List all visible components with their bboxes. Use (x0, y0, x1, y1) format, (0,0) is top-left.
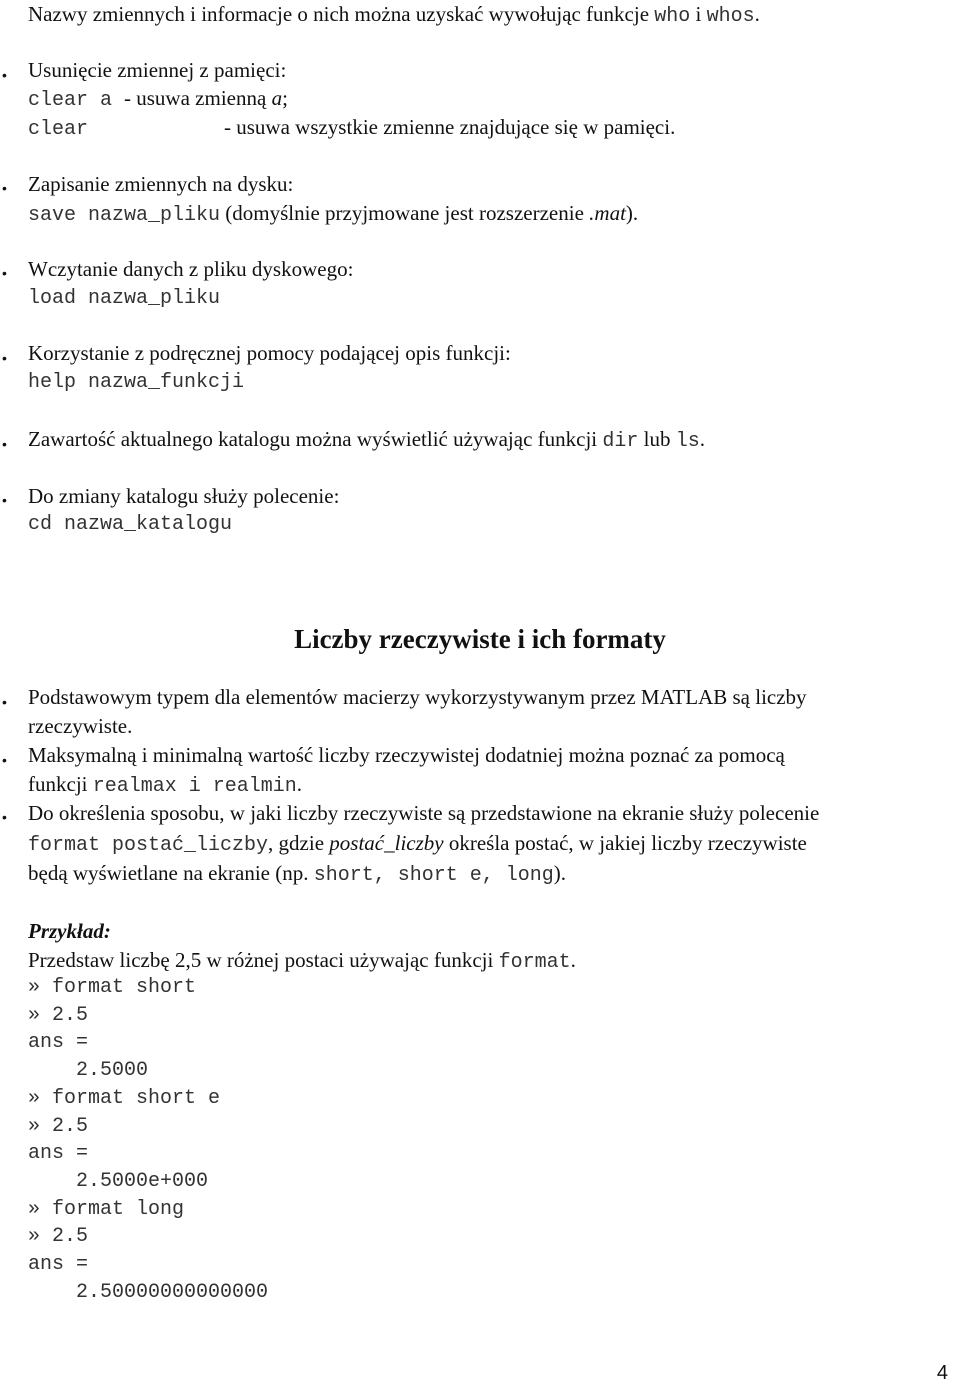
save-end: ). (625, 201, 639, 225)
example-intro-end: . (570, 948, 576, 972)
code-format-postac: format postać_liczby (28, 834, 269, 857)
console-line: » 2.5 (28, 1225, 89, 1249)
code-ls: ls (675, 430, 700, 453)
intro-end: . (754, 2, 760, 26)
code-clear: clear (28, 118, 89, 141)
section-bullet-3-line2: format postać_liczby, gdzie postać_liczb… (28, 831, 807, 857)
bullet-load-heading: Wczytanie danych z pliku dyskowego: (28, 257, 354, 281)
console-line: » 2.5 (28, 1114, 89, 1138)
section-bullet-2-line1: Maksymalną i minimalną wartość liczby rz… (28, 743, 785, 767)
clear-desc: - usuwa wszystkie zmienne znajdujące się… (224, 115, 676, 139)
example-title: Przykład: (28, 919, 111, 943)
bullet-cd-heading: Do zmiany katalogu służy polecenie: (28, 484, 340, 508)
bullet-dir: Zawartość aktualnego katalogu można wyśw… (28, 427, 705, 453)
section-bullet-1-line2: rzeczywiste. (28, 714, 133, 738)
console-line: ans = (28, 1253, 89, 1276)
code-who: who (654, 5, 691, 28)
save-line: save nazwa_pliku (domyślnie przyjmowane … (28, 201, 638, 227)
example-intro-text: Przedstaw liczbę 2,5 w różnej postaci uż… (28, 948, 499, 972)
bullet-icon: • (2, 350, 7, 366)
bullet-icon: • (2, 67, 7, 83)
bullet-icon: • (2, 436, 7, 452)
realmax-end: . (296, 772, 303, 796)
format-desc: określa postać, w jakiej liczby rzeczywi… (443, 831, 807, 855)
clear-a-var: a (271, 86, 283, 110)
bullet-clear-heading: Usunięcie zmiennej z pamięci: (28, 58, 287, 82)
clear-a-end: ; (282, 86, 288, 110)
format-postac-italic: postać_liczby (329, 831, 444, 855)
code-format-options: short, short e, long (313, 864, 554, 887)
save-ext: .mat (589, 201, 626, 225)
format-gdzie: , gdzie (268, 831, 330, 855)
console-line: ans = (28, 1031, 89, 1055)
section-bullet-2-line2: funkcji realmax i realmin. (28, 772, 302, 798)
console-line: » format long (28, 1197, 185, 1221)
dir-end: . (699, 427, 705, 451)
clear-line: clear - usuwa wszystkie zmienne znajdując… (28, 115, 675, 141)
clear-a-desc: - usuwa zmienną (124, 86, 272, 110)
format-np-text: będą wyświetlane na ekranie (np. (28, 861, 314, 885)
bullet-icon: • (2, 752, 7, 768)
bullet-icon: • (2, 694, 7, 710)
bullet-icon: • (2, 809, 7, 825)
code-format: format (498, 951, 571, 974)
code-load: load nazwa_pliku (28, 287, 221, 310)
console-line: 2.5000e+000 (28, 1169, 209, 1193)
dir-mid: lub (638, 427, 676, 451)
intro-and: i (690, 2, 707, 26)
console-line: ans = (28, 1142, 89, 1166)
format-np-end: ). (553, 861, 567, 885)
realmax-text: funkcji (28, 772, 93, 796)
intro-text: Nazwy zmiennych i informacje o nich możn… (28, 2, 655, 26)
bullet-help-heading: Korzystanie z podręcznej pomocy podające… (28, 341, 511, 365)
console-line: » 2.5 (28, 1003, 89, 1027)
console-line: » format short e (28, 1086, 221, 1110)
console-line: 2.5000 (28, 1059, 149, 1083)
section-bullet-3-line3: będą wyświetlane na ekranie (np. short, … (28, 861, 566, 887)
section-bullet-3-line1: Do określenia sposobu, w jaki liczby rze… (28, 801, 820, 825)
code-clear-a: clear a (28, 89, 113, 112)
code-cd: cd nazwa_katalogu (28, 513, 233, 536)
code-help: help nazwa_funkcji (28, 371, 245, 394)
console-line: » format short (28, 976, 197, 999)
bullet-icon: • (2, 492, 7, 508)
section-bullet-1-line1: Podstawowym typem dla elementów macierzy… (28, 685, 807, 709)
bullet-icon: • (2, 180, 7, 196)
clear-a-line: clear a - usuwa zmienną a; (28, 86, 288, 112)
dir-text: Zawartość aktualnego katalogu można wyśw… (28, 427, 603, 451)
page-number: 4 (936, 1362, 948, 1384)
code-realmax-realmin: realmax i realmin (92, 775, 297, 798)
save-desc: (domyślnie przyjmowane jest rozszerzenie (220, 201, 590, 225)
code-dir: dir (602, 430, 639, 453)
code-whos: whos (706, 5, 755, 28)
bullet-icon: • (2, 265, 7, 281)
console-line: 2.50000000000000 (28, 1280, 269, 1304)
intro-line: Nazwy zmiennych i informacje o nich możn… (28, 2, 760, 28)
code-save: save nazwa_pliku (28, 204, 221, 227)
bullet-save-heading: Zapisanie zmiennych na dysku: (28, 172, 294, 196)
example-intro: Przedstaw liczbę 2,5 w różnej postaci uż… (28, 948, 576, 974)
section-title: Liczby rzeczywiste i ich formaty (294, 624, 666, 654)
